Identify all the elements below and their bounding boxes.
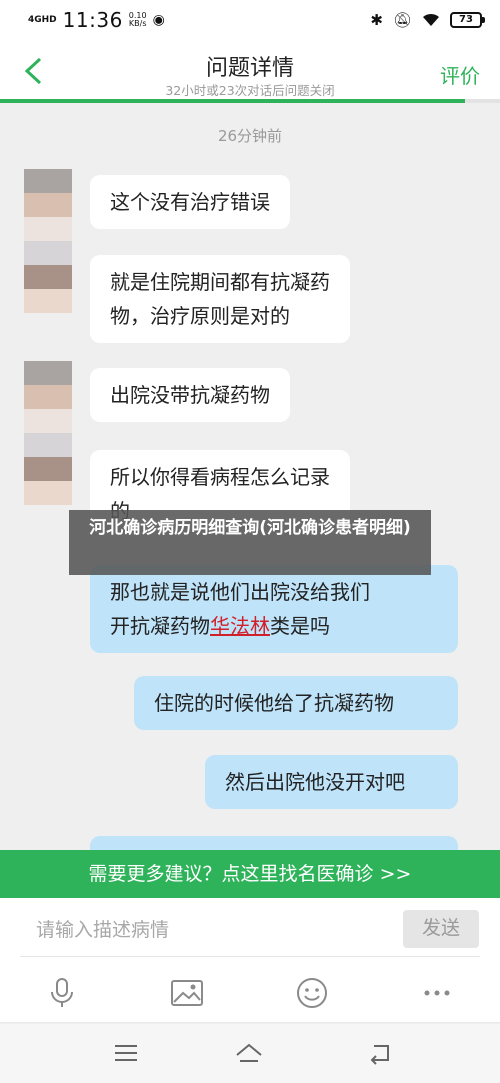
message-text-segment: 开抗凝药物 — [110, 614, 210, 638]
wifi-icon — [423, 13, 439, 26]
message-text: 那也就是说他们出院没给我们 — [110, 580, 370, 604]
status-bar: 4GHD 11:36 0.10 KB/s ◉ ✱ 🔕︎ 73 — [0, 0, 500, 40]
page-title: 问题详情 — [205, 56, 294, 81]
system-nav-bar — [0, 1024, 500, 1083]
drug-link[interactable]: 华法林 — [210, 614, 270, 638]
image-icon[interactable] — [169, 975, 205, 1011]
symptom-input[interactable] — [20, 908, 395, 952]
message-text: 所以你得看病程怎么记录 — [110, 465, 330, 489]
message-text-segment: 类是吗 — [270, 614, 330, 638]
input-toolbar — [0, 963, 500, 1023]
message-bubble: 住院的时候他给了抗凝药物 — [134, 676, 458, 730]
rate-button[interactable]: 评价 — [440, 60, 480, 89]
message-bubble: 这个没有治疗错误 — [90, 175, 290, 229]
emoji-icon[interactable] — [294, 975, 330, 1011]
doctor-avatar[interactable] — [24, 361, 72, 505]
network-indicator: 4GHD — [28, 14, 57, 25]
notification-icon: ◉ — [152, 12, 165, 28]
input-underline — [20, 956, 480, 957]
message-bubble-partial — [90, 836, 458, 850]
message-text: 然后出院他没开对吧 — [225, 770, 405, 794]
menu-icon[interactable] — [111, 1040, 141, 1066]
message-text: 开抗凝药物华法林类是吗 — [110, 609, 438, 643]
battery-indicator: 73 — [450, 12, 485, 28]
message-timestamp: 26分钟前 — [217, 127, 283, 145]
find-doctor-banner[interactable]: 需要更多建议？点这里找名医确诊 >> — [0, 850, 500, 898]
chat-area[interactable]: 26分钟前 这个没有治疗错误 就是住院期间都有抗凝药 物，治疗原则是对的 出院没… — [0, 103, 500, 850]
network-speed: 0.10 KB/s — [129, 12, 147, 28]
message-text: 出院没带抗凝药物 — [110, 383, 270, 407]
back-nav-icon[interactable] — [366, 1040, 396, 1066]
message-text: 就是住院期间都有抗凝药 — [110, 270, 330, 294]
header: 问题详情 32小时或23次对话后问题关闭 评价 — [0, 40, 500, 102]
status-time: 11:36 — [62, 8, 123, 32]
overlay-caption: 河北确诊病历明细查询(河北确诊患者明细) — [69, 510, 431, 575]
message-text: 这个没有治疗错误 — [110, 190, 270, 214]
microphone-icon[interactable] — [44, 975, 80, 1011]
send-button[interactable]: 发送 — [403, 910, 479, 948]
message-text: 住院的时候他给了抗凝药物 — [154, 691, 394, 715]
network-speed-unit: KB/s — [128, 19, 147, 28]
bluetooth-icon: ✱ — [370, 11, 383, 29]
home-icon[interactable] — [234, 1040, 264, 1066]
message-bubble: 就是住院期间都有抗凝药 物，治疗原则是对的 — [90, 255, 350, 343]
more-icon[interactable] — [419, 975, 455, 1011]
input-bar: 发送 — [0, 898, 500, 963]
message-text: 物，治疗原则是对的 — [110, 304, 290, 328]
message-bubble: 然后出院他没开对吧 — [205, 755, 458, 809]
message-bubble: 出院没带抗凝药物 — [90, 368, 290, 422]
message-bubble: 那也就是说他们出院没给我们 开抗凝药物华法林类是吗 — [90, 565, 458, 653]
doctor-avatar[interactable] — [24, 169, 72, 313]
mute-icon: 🔕︎ — [392, 11, 412, 29]
page-subtitle: 32小时或23次对话后问题关闭 — [165, 83, 335, 98]
